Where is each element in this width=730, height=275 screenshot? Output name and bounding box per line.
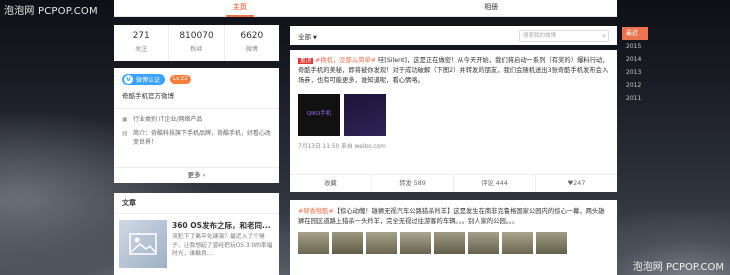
post-image[interactable] xyxy=(298,232,329,254)
article-text: 360 OS发布之际，和老同... 流犯下了离平化键演？最近入了个锤子，让我想起… xyxy=(172,220,274,268)
weibo-count-label: 微博 xyxy=(245,46,258,53)
year-2014[interactable]: 2014 xyxy=(622,53,648,66)
post-content: 【惊心动魄！雄狮无视汽车公路猎杀羚羊】这是发生在南非克鲁格国家公园内的惊心一幕，… xyxy=(298,208,605,225)
intro-text: 简介：奇酷科技旗下手机品牌，奇酷手机，好看心改变世界！ xyxy=(133,130,272,146)
info-icon: ▤ xyxy=(122,130,128,137)
fans-count[interactable]: 810070 粉丝 xyxy=(169,25,225,61)
post-hashtag[interactable]: #换机，没那么简单# xyxy=(315,57,376,64)
verified-v-icon: V xyxy=(124,75,133,84)
profile-tabbar: 主页 相册 xyxy=(114,0,617,17)
post-text: #够香够酷#【惊心动魄！雄狮无视汽车公路猎杀羚羊】这是发生在南非克鲁格国家公园内… xyxy=(290,200,617,227)
post-image[interactable] xyxy=(536,232,567,254)
year-2015[interactable]: 2015 xyxy=(622,40,648,53)
year-2011[interactable]: 2011 xyxy=(622,92,648,105)
comment-button[interactable]: 评论 444 xyxy=(454,175,536,192)
feed-post: #够香够酷#【惊心动魄！雄狮无视汽车公路猎杀羚羊】这是发生在南非克鲁格国家公园内… xyxy=(290,200,617,275)
repost-button[interactable]: 转发 589 xyxy=(372,175,454,192)
about-card: V 微博认证 Lv.22 奇酷手机官方微博 ▣ 行业类别 IT企业/网络产品 ▤… xyxy=(114,68,279,183)
favorite-button[interactable]: 收藏 xyxy=(290,175,372,192)
intro-row: ▤ 简介：奇酷科技旗下手机品牌，奇酷手机，好看心改变世界！ xyxy=(122,129,271,147)
weibo-count[interactable]: 6620 微博 xyxy=(225,25,279,61)
following-count-label: 关注 xyxy=(135,46,148,53)
fans-count-label: 粉丝 xyxy=(190,46,203,53)
pinned-badge: 置顶 xyxy=(298,58,314,64)
post-text: 置顶 #换机，没那么简单# 哇[Silent]，这是正在做密！从今天开始，我们将启… xyxy=(298,56,609,86)
more-label: 更多 xyxy=(187,171,201,179)
verify-badge[interactable]: V 微博认证 xyxy=(122,74,166,85)
feed-post-pinned: 置顶 #换机，没那么简单# 哇[Silent]，这是正在做密！从今天开始，我们将启… xyxy=(290,50,617,192)
article-item[interactable]: 360 OS发布之际，和老同... 流犯下了离平化键演？最近入了个锤子，让我想起… xyxy=(114,214,279,274)
post-hashtag[interactable]: #够香够酷# xyxy=(298,208,334,215)
industry-text: 行业类别 IT企业/网络产品 xyxy=(133,116,203,123)
article-thumbnail xyxy=(119,220,167,268)
post-image-1[interactable]: QIKU手机 xyxy=(298,94,340,136)
weibo-count-value: 6620 xyxy=(240,31,264,41)
article-title: 360 OS发布之际，和老同... xyxy=(172,221,271,230)
post-meta[interactable]: 7月13日 11:50 来自 weibo.com xyxy=(298,141,617,150)
post-image[interactable] xyxy=(400,232,431,254)
feed-filter-bar: 全部 ▼ 搜索我的微博 ⌕ xyxy=(290,26,617,45)
badge-row: V 微博认证 Lv.22 xyxy=(122,74,271,85)
weibo-search-input[interactable]: 搜索我的微博 ⌕ xyxy=(519,29,609,42)
articles-title: 文章 xyxy=(114,193,279,214)
level-badge[interactable]: Lv.22 xyxy=(170,75,191,84)
post-image[interactable] xyxy=(332,232,363,254)
tab-home[interactable]: 主页 xyxy=(114,0,366,17)
filter-all-dropdown[interactable]: 全部 ▼ xyxy=(298,31,317,41)
year-2013[interactable]: 2013 xyxy=(622,66,648,79)
year-2012[interactable]: 2012 xyxy=(622,79,648,92)
verify-label: 微博认证 xyxy=(136,77,161,84)
profile-counts: 271 关注 810070 粉丝 6620 微博 xyxy=(114,25,279,61)
official-description: 奇酷手机官方微博 xyxy=(122,92,174,100)
search-icon[interactable]: ⌕ xyxy=(602,31,606,41)
year-timeline: 最近 2015 2014 2013 2012 2011 xyxy=(622,27,648,105)
divider xyxy=(114,108,279,109)
post-image[interactable] xyxy=(502,232,533,254)
chevron-down-icon: ▼ xyxy=(313,34,317,41)
watermark-top-left: 泡泡网 PCPOP.COM xyxy=(4,6,98,17)
articles-card: 文章 360 OS发布之际，和老同... 流犯下了离平化键演？最近入了个锤子，让… xyxy=(114,193,279,275)
image-placeholder-icon xyxy=(129,233,157,255)
briefcase-icon: ▣ xyxy=(122,116,128,123)
post-images: QIKU手机 xyxy=(298,94,617,136)
post-actions: 收藏 转发 589 评论 444 ♥247 xyxy=(290,174,617,192)
more-link[interactable]: 更多 › xyxy=(114,167,279,183)
like-button[interactable]: ♥247 xyxy=(536,175,617,192)
following-count-value: 271 xyxy=(132,31,150,41)
filter-all-label: 全部 xyxy=(298,32,311,41)
industry-row: ▣ 行业类别 IT企业/网络产品 xyxy=(122,115,271,124)
post-image-2[interactable] xyxy=(344,94,386,136)
tab-album[interactable]: 相册 xyxy=(366,0,618,16)
year-recent[interactable]: 最近 xyxy=(622,27,648,40)
fans-count-value: 810070 xyxy=(179,31,214,41)
post-body: 置顶 #换机，没那么简单# 哇[Silent]，这是正在做密！从今天开始，我们将启… xyxy=(290,50,617,86)
following-count[interactable]: 271 关注 xyxy=(114,25,170,61)
search-placeholder: 搜索我的微博 xyxy=(523,32,557,39)
post-image[interactable] xyxy=(434,232,465,254)
article-description: 流犯下了离平化键演？最近入了个锤子，让我想起了曾经把玩OS 3.0的率福时光，谁… xyxy=(172,234,273,257)
post-image[interactable] xyxy=(366,232,397,254)
watermark-bottom-right: 泡泡网 PCPOP.COM xyxy=(632,262,724,273)
post-images xyxy=(298,232,617,254)
chevron-right-icon: › xyxy=(202,171,206,179)
post-image[interactable] xyxy=(468,232,499,254)
